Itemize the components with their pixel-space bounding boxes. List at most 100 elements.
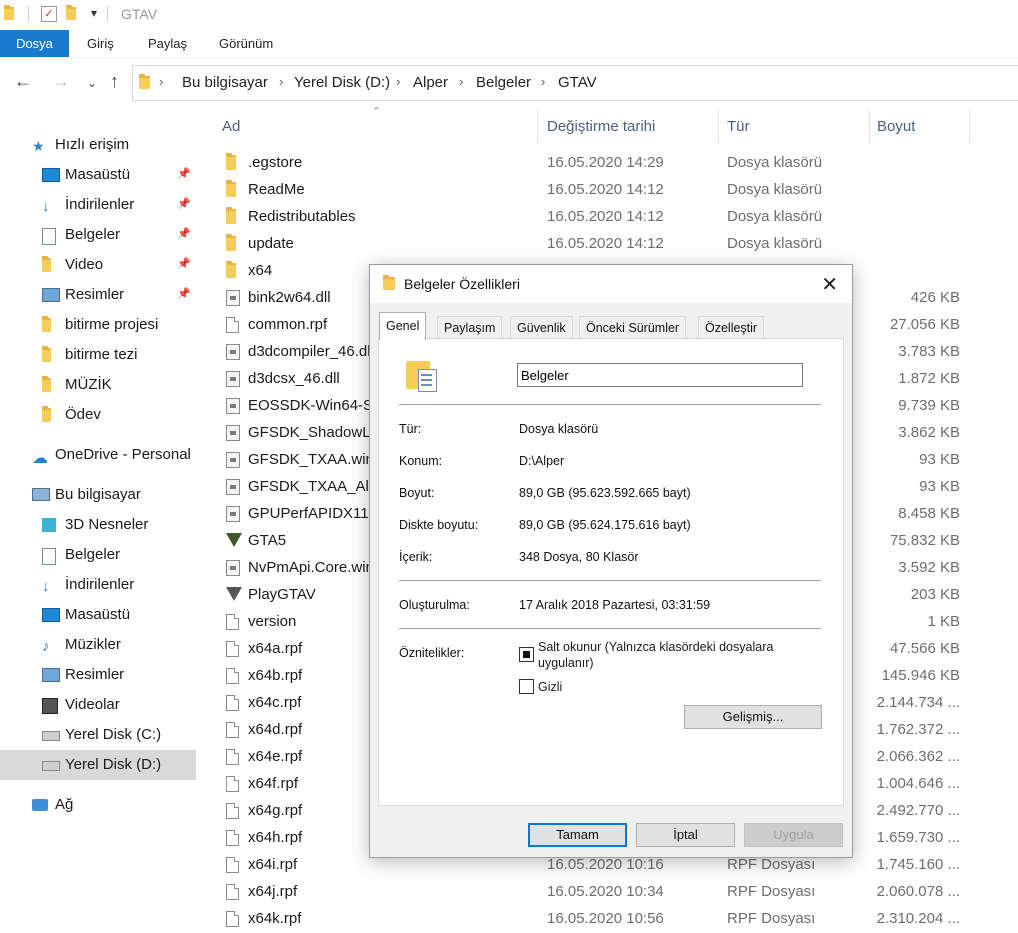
- breadcrumb-gtav[interactable]: GTAV: [558, 74, 597, 91]
- address-bar[interactable]: › Bu bilgisayar › Yerel Disk (D:) › Alpe…: [132, 65, 1018, 101]
- window-title: GTAV: [121, 6, 158, 22]
- file-size: 2.144.734 ...: [876, 694, 960, 711]
- column-divider[interactable]: [718, 109, 719, 143]
- hidden-checkbox[interactable]: [519, 679, 534, 694]
- properties-icon[interactable]: ✓: [41, 6, 57, 22]
- sidebar-item[interactable]: Yerel Disk (D:): [0, 750, 196, 780]
- breadcrumb-separator[interactable]: ›: [541, 74, 545, 89]
- sidebar-item[interactable]: ★ Hızlı erişim: [0, 130, 196, 160]
- column-header-date[interactable]: Değiştirme tarihi: [547, 118, 655, 135]
- pin-icon[interactable]: 📌: [177, 287, 191, 300]
- column-header-name[interactable]: Ad: [222, 118, 240, 135]
- type-value: Dosya klasörü: [519, 422, 599, 436]
- file-size: 3.783 KB: [898, 343, 960, 360]
- ok-button[interactable]: Tamam: [528, 823, 627, 847]
- sidebar-item[interactable]: MÜZİK: [0, 370, 196, 400]
- breadcrumb-alper[interactable]: Alper: [413, 74, 448, 91]
- pictures-icon: [42, 288, 60, 302]
- sidebar-item[interactable]: Belgeler: [0, 540, 196, 570]
- pictures-icon: [42, 668, 60, 682]
- apply-button[interactable]: Uygula: [744, 823, 843, 847]
- new-folder-icon[interactable]: [66, 5, 76, 25]
- sidebar-item[interactable]: ↓ İndirilenler: [0, 570, 196, 600]
- breadcrumb-separator[interactable]: ›: [279, 74, 283, 89]
- pin-icon[interactable]: 📌: [177, 197, 191, 210]
- file-row[interactable]: update 16.05.2020 14:12 Dosya klasörü: [214, 231, 1018, 258]
- tab-guvenlik[interactable]: Güvenlik: [510, 316, 573, 339]
- type-label: Tür:: [399, 422, 422, 436]
- tab-gorunum[interactable]: Görünüm: [211, 30, 281, 57]
- tab-paylasim[interactable]: Paylaşım: [437, 316, 503, 339]
- sidebar-item[interactable]: Resimler: [0, 660, 196, 690]
- file-size: 1.872 KB: [898, 370, 960, 387]
- column-divider[interactable]: [969, 109, 970, 143]
- tab-ozellestir[interactable]: Özelleştir: [698, 316, 765, 339]
- recent-locations-icon[interactable]: ⌄: [87, 76, 97, 90]
- sidebar-item[interactable]: ♪ Müzikler: [0, 630, 196, 660]
- breadcrumb-separator[interactable]: ›: [459, 74, 463, 89]
- folder-icon: [42, 316, 58, 332]
- file-name: x64d.rpf: [248, 721, 303, 738]
- sidebar-item[interactable]: Yerel Disk (C:): [0, 720, 196, 750]
- file-name: x64e.rpf: [248, 748, 303, 765]
- tab-dosya[interactable]: Dosya: [0, 30, 69, 57]
- breadcrumb-yerel-disk-d[interactable]: Yerel Disk (D:): [294, 74, 390, 91]
- forward-arrow-icon[interactable]: →: [52, 71, 70, 92]
- breadcrumb-bu-bilgisayar[interactable]: Bu bilgisayar: [182, 74, 268, 91]
- sidebar-item[interactable]: Videolar: [0, 690, 196, 720]
- dialog-title-bar[interactable]: Belgeler Özellikleri ✕: [370, 265, 852, 303]
- sidebar-item[interactable]: Masaüstü 📌: [0, 160, 196, 190]
- pin-icon[interactable]: 📌: [177, 227, 191, 240]
- sidebar-item[interactable]: 3D Nesneler: [0, 510, 196, 540]
- column-divider[interactable]: [537, 109, 538, 143]
- file-type: RPF Dosyası: [727, 910, 816, 927]
- up-arrow-icon[interactable]: ↑: [110, 71, 119, 92]
- dll-file-icon: [226, 479, 240, 495]
- pin-icon[interactable]: 📌: [177, 257, 191, 270]
- tab-giris[interactable]: Giriş: [79, 30, 122, 57]
- sidebar-item[interactable]: Belgeler 📌: [0, 220, 196, 250]
- sidebar-item[interactable]: bitirme projesi: [0, 310, 196, 340]
- back-arrow-icon[interactable]: ←: [14, 71, 32, 92]
- tab-genel[interactable]: Genel: [379, 312, 427, 340]
- sidebar-item[interactable]: Ödev: [0, 400, 196, 430]
- rockstar-app-icon: [226, 587, 242, 603]
- dll-file-icon: [226, 452, 240, 468]
- sidebar-item[interactable]: Resimler 📌: [0, 280, 196, 310]
- customize-quick-access-icon[interactable]: ▾: [91, 6, 97, 20]
- breadcrumb-separator[interactable]: ›: [159, 74, 163, 89]
- sidebar-item[interactable]: ☁ OneDrive - Personal: [0, 440, 196, 470]
- cancel-button[interactable]: İptal: [636, 823, 735, 847]
- file-row[interactable]: x64k.rpf 16.05.2020 10:56 RPF Dosyası 2.310…: [214, 906, 1018, 933]
- readonly-checkbox[interactable]: [519, 647, 534, 662]
- folder-name-input[interactable]: [517, 363, 803, 387]
- close-icon[interactable]: ✕: [821, 272, 838, 297]
- sidebar-item[interactable]: Ağ: [0, 790, 196, 820]
- file-row[interactable]: Redistributables 16.05.2020 14:12 Dosya kl…: [214, 204, 1018, 231]
- tab-onceki-surumler[interactable]: Önceki Sürümler: [579, 316, 687, 339]
- sidebar-item[interactable]: Masaüstü: [0, 600, 196, 630]
- sidebar-item[interactable]: ↓ İndirilenler 📌: [0, 190, 196, 220]
- star-icon: ★: [32, 138, 45, 154]
- sidebar-item[interactable]: Video 📌: [0, 250, 196, 280]
- file-name: x64c.rpf: [248, 694, 302, 711]
- drive-icon: [42, 728, 60, 742]
- advanced-button[interactable]: Gelişmiş...: [684, 705, 822, 729]
- tab-paylas[interactable]: Paylaş: [140, 30, 195, 57]
- file-size: 426 KB: [910, 289, 960, 306]
- sidebar-item[interactable]: bitirme tezi: [0, 340, 196, 370]
- column-header-type[interactable]: Tür: [727, 118, 750, 135]
- cloud-icon: ☁: [32, 450, 48, 467]
- sidebar-item-label: Resimler: [65, 666, 125, 683]
- column-header-size[interactable]: Boyut: [877, 118, 915, 135]
- breadcrumb-belgeler[interactable]: Belgeler: [476, 74, 531, 91]
- file-row[interactable]: x64j.rpf 16.05.2020 10:34 RPF Dosyası 2.060…: [214, 879, 1018, 906]
- file-row[interactable]: ReadMe 16.05.2020 14:12 Dosya klasörü: [214, 177, 1018, 204]
- file-date: 16.05.2020 10:34: [547, 883, 664, 900]
- sidebar-item[interactable]: Bu bilgisayar: [0, 480, 196, 510]
- breadcrumb-separator[interactable]: ›: [396, 74, 400, 89]
- pin-icon[interactable]: 📌: [177, 167, 191, 180]
- contents-label: İçerik:: [399, 550, 433, 564]
- column-divider[interactable]: [869, 109, 870, 143]
- file-row[interactable]: .egstore 16.05.2020 14:29 Dosya klasörü: [214, 150, 1018, 177]
